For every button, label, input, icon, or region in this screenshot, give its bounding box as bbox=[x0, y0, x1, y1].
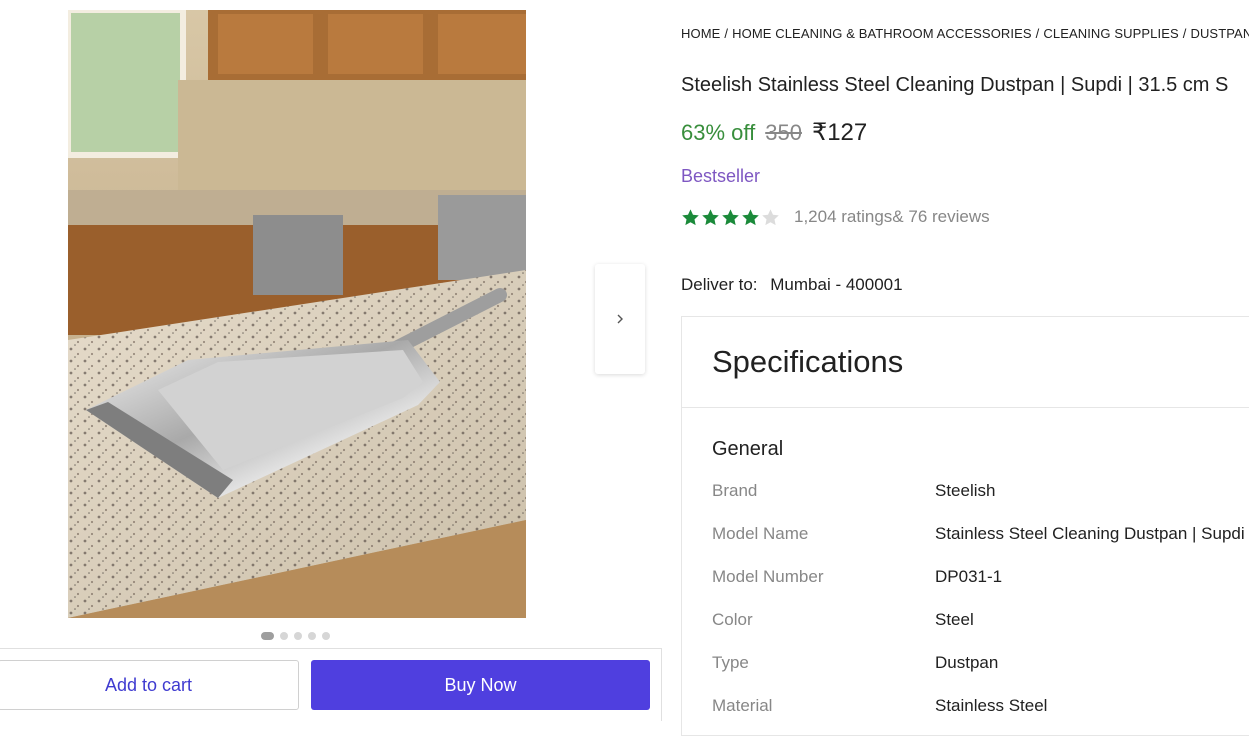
breadcrumb-home-cleaning[interactable]: HOME CLEANING & BATHROOM ACCESSORIES bbox=[732, 26, 1032, 41]
original-price: 350 bbox=[765, 120, 802, 145]
dustpan-photo bbox=[68, 10, 526, 618]
pagination-dot-active[interactable] bbox=[261, 632, 274, 640]
price-row: 63% off 350 ₹127 bbox=[681, 118, 867, 147]
spec-value: DP031-1 bbox=[935, 567, 1003, 586]
star-filled-icon bbox=[682, 208, 699, 225]
bestseller-badge: Bestseller bbox=[681, 166, 761, 186]
spec-value: Stainless Steel bbox=[935, 696, 1048, 715]
spec-row: Brand Steelish bbox=[712, 481, 995, 501]
star-rating bbox=[681, 208, 780, 227]
spec-value: Steel bbox=[935, 610, 974, 629]
spec-key: Model Name bbox=[712, 524, 809, 543]
star-filled-icon bbox=[742, 208, 759, 225]
star-empty-icon bbox=[762, 208, 779, 225]
pagination-dot[interactable] bbox=[308, 632, 316, 640]
next-image-button[interactable] bbox=[595, 264, 645, 374]
pagination-dot[interactable] bbox=[322, 632, 330, 640]
spec-key: Color bbox=[712, 610, 753, 629]
spec-key: Brand bbox=[712, 481, 758, 500]
spec-row: Model Number DP031-1 bbox=[712, 567, 1002, 587]
deliver-to-label: Deliver to: bbox=[681, 275, 758, 294]
spec-value: Steelish bbox=[935, 481, 996, 500]
chevron-right-icon bbox=[617, 314, 623, 324]
buy-now-button[interactable]: Buy Now bbox=[311, 660, 650, 710]
spec-key: Type bbox=[712, 653, 749, 672]
product-title: Steelish Stainless Steel Cleaning Dustpa… bbox=[681, 74, 1229, 96]
star-filled-icon bbox=[702, 208, 719, 225]
spec-key: Material bbox=[712, 696, 773, 715]
selling-price: ₹127 bbox=[811, 119, 868, 146]
delivery-location[interactable]: Deliver to: Mumbai - 400001 bbox=[681, 275, 903, 295]
spec-row: Model Name Stainless Steel Cleaning Dustp… bbox=[712, 524, 1249, 544]
delivery-location-value: Mumbai - 400001 bbox=[770, 275, 903, 294]
breadcrumb-cleaning-supplies[interactable]: CLEANING SUPPLIES bbox=[1043, 26, 1178, 41]
breadcrumb-dustpans[interactable]: DUSTPANS bbox=[1190, 26, 1249, 41]
spec-row: Color Steel bbox=[712, 610, 974, 630]
spec-row: Material Stainless Steel bbox=[712, 696, 1047, 716]
product-image[interactable] bbox=[68, 10, 526, 618]
spec-value: Stainless Steel Cleaning Dustpan | Supdi… bbox=[935, 524, 1249, 543]
specifications-heading: Specifications bbox=[682, 317, 1249, 408]
star-filled-icon bbox=[722, 208, 739, 225]
spec-row: Type Dustpan bbox=[712, 653, 998, 673]
breadcrumb: HOME / HOME CLEANING & BATHROOM ACCESSORIE… bbox=[681, 26, 1249, 41]
rating-row[interactable]: 1,204 ratings & 76 reviews bbox=[681, 207, 990, 227]
breadcrumb-home[interactable]: HOME bbox=[681, 26, 720, 41]
discount-percent: 63% off bbox=[681, 120, 756, 145]
add-to-cart-button[interactable]: Add to cart bbox=[0, 660, 299, 710]
pagination-dot[interactable] bbox=[280, 632, 288, 640]
specifications-card: Specifications General Brand Steelish Mode… bbox=[681, 316, 1249, 736]
spec-value: Dustpan bbox=[935, 653, 999, 672]
reviews-count: & 76 reviews bbox=[892, 207, 990, 226]
purchase-action-bar: Add to cart Buy Now bbox=[0, 648, 662, 721]
ratings-count: 1,204 ratings bbox=[794, 207, 893, 226]
spec-group-general: General bbox=[712, 438, 784, 460]
pagination-dot[interactable] bbox=[294, 632, 302, 640]
image-pagination-dots bbox=[261, 632, 330, 640]
spec-key: Model Number bbox=[712, 567, 824, 586]
